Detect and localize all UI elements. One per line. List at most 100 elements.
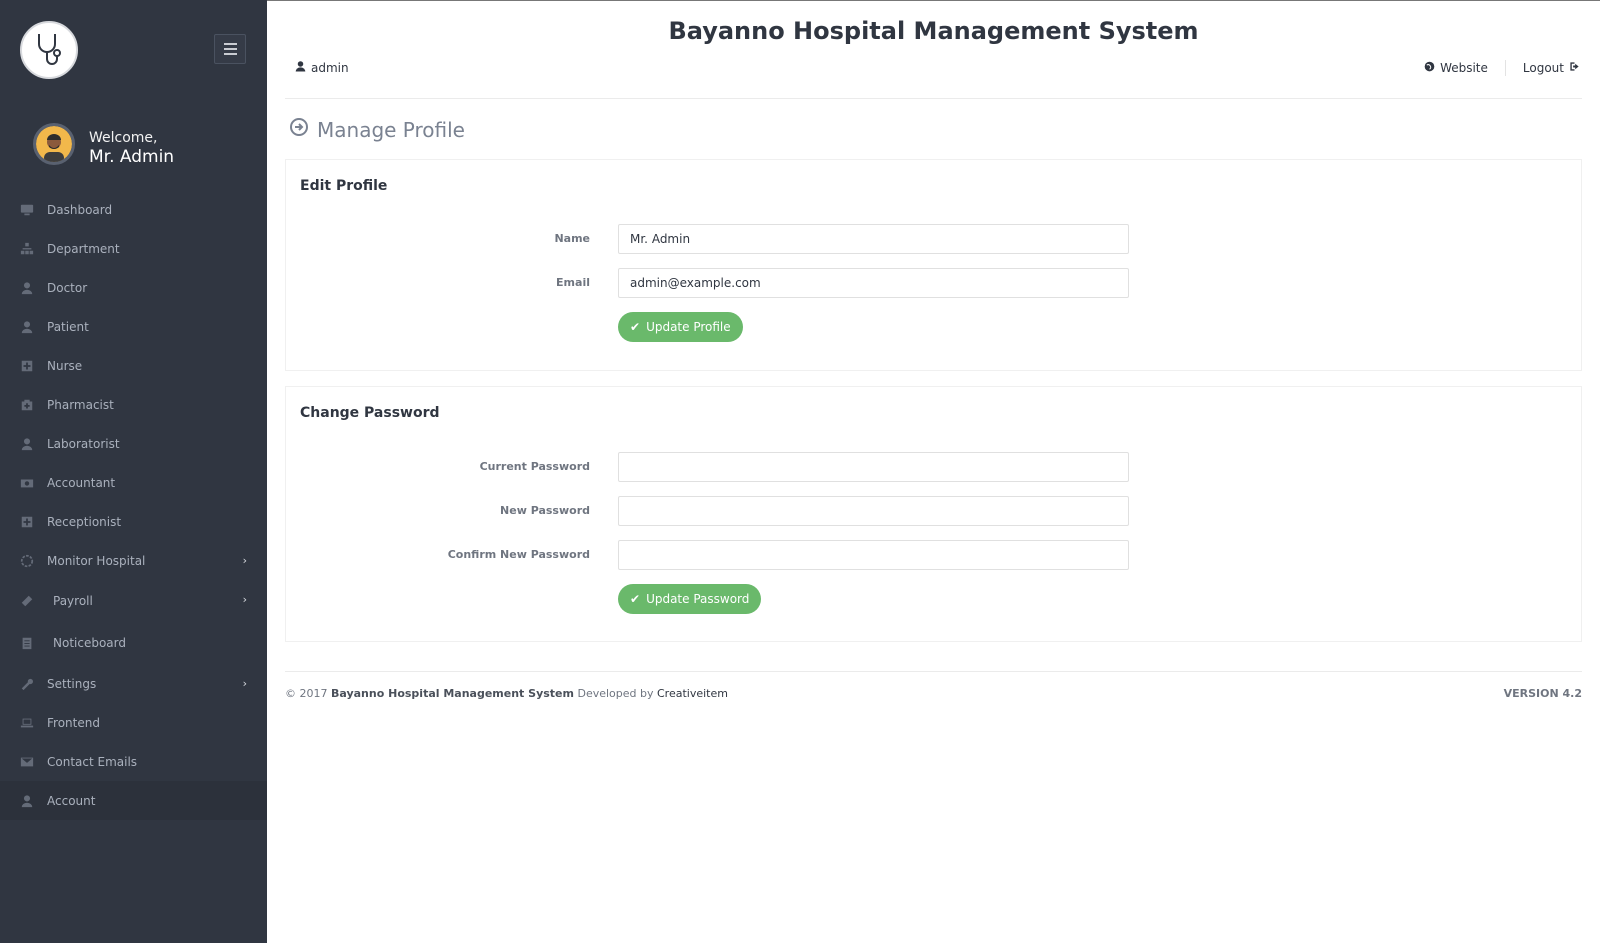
current-user-link[interactable]: admin [295,60,349,75]
menu-toggle-button[interactable] [214,34,246,64]
change-password-panel: Change Password Current Password New Pas… [285,386,1582,642]
sidebar-item-settings[interactable]: Settings › [0,664,267,703]
welcome-user-name: Mr. Admin [89,147,175,167]
sidebar-item-label: Contact Emails [47,754,138,769]
sidebar-item-label: Pharmacist [47,397,114,412]
user-md-icon [19,280,35,296]
update-password-label: Update Password [646,592,750,606]
welcome-block: Welcome, Mr. Admin [0,100,267,190]
chevron-right-icon: › [242,593,247,606]
footer-system-name: Bayanno Hospital Management System [331,687,574,700]
update-profile-label: Update Profile [646,320,731,334]
sidebar-item-label: Doctor [47,280,88,295]
edit-profile-panel: Edit Profile Name Email ✔ Update Profile [285,159,1582,371]
confirm-password-row: Confirm New Password [286,540,1581,570]
name-label: Name [554,232,590,245]
sidebar-item-label: Noticeboard [53,636,126,650]
sidebar-item-noticeboard[interactable]: Noticeboard [0,622,267,664]
sidebar-item-pharmacist[interactable]: Pharmacist [0,385,267,424]
sidebar-item-department[interactable]: Department [0,229,267,268]
current-password-label: Current Password [479,460,590,473]
email-label: Email [556,276,590,289]
sign-out-icon [1569,61,1580,75]
wallet-icon [19,593,35,609]
user-icon [19,436,35,452]
sidebar-item-frontend[interactable]: Frontend [0,703,267,742]
avatar [33,123,75,165]
wrench-icon [19,676,35,692]
footer: © 2017 Bayanno Hospital Management Syste… [285,687,1582,700]
email-input[interactable] [618,268,1129,298]
name-row: Name [286,224,1581,254]
sidebar-item-label: Patient [47,319,89,334]
clipboard-icon [19,635,35,651]
gear-icon [19,553,35,569]
sidebar-item-label: Dashboard [47,202,113,217]
plus-square-icon [19,514,35,530]
user-icon [19,793,35,809]
website-label: Website [1440,61,1488,75]
user-icon [295,60,306,75]
sidebar-item-contact-emails[interactable]: Contact Emails [0,742,267,781]
laptop-icon [19,715,35,731]
check-icon: ✔ [630,592,641,606]
monitor-icon [19,202,35,218]
sidebar-item-account[interactable]: Account [0,781,267,820]
welcome-text: Welcome, Mr. Admin [89,130,174,167]
sidebar-item-label: Settings [47,676,97,691]
money-icon [19,475,35,491]
current-password-input[interactable] [618,452,1129,482]
stethoscope-logo-icon[interactable] [20,21,78,79]
name-input[interactable] [618,224,1129,254]
footer-developed-by: Developed by [577,687,654,700]
medkit-icon [19,397,35,413]
sidebar-item-accountant[interactable]: Accountant [0,463,267,502]
user-icon [19,319,35,335]
new-password-row: New Password [286,496,1581,526]
page-title-text: Manage Profile [317,117,465,142]
sidebar-item-dashboard[interactable]: Dashboard [0,190,267,229]
confirm-password-label: Confirm New Password [447,548,590,561]
sidebar-nav: Dashboard Department Doctor Patient Nurs… [0,190,267,820]
sidebar-item-doctor[interactable]: Doctor [0,268,267,307]
sidebar-header [0,0,267,100]
sidebar-item-receptionist[interactable]: Receptionist [0,502,267,541]
sidebar-item-monitor-hospital[interactable]: Monitor Hospital › [0,541,267,580]
header-divider [285,98,1582,99]
sidebar: Welcome, Mr. Admin Dashboard Department … [0,0,267,943]
sidebar-item-label: Monitor Hospital [47,553,146,568]
plus-square-icon [19,358,35,374]
check-icon: ✔ [630,320,641,334]
update-profile-button[interactable]: ✔ Update Profile [618,312,743,342]
website-link[interactable]: Website [1424,61,1488,75]
confirm-password-input[interactable] [618,540,1129,570]
sidebar-item-label: Laboratorist [47,436,120,451]
edit-profile-heading: Edit Profile [300,178,388,194]
welcome-label: Welcome, [89,130,158,146]
sidebar-item-label: Payroll [53,594,93,608]
update-password-button[interactable]: ✔ Update Password [618,584,762,614]
sidebar-item-patient[interactable]: Patient [0,307,267,346]
sitemap-icon [19,241,35,257]
current-user-label: admin [311,60,349,75]
footer-divider [285,671,1582,672]
sidebar-item-laboratorist[interactable]: Laboratorist [0,424,267,463]
logout-label: Logout [1522,61,1564,75]
footer-copyright: © 2017 [285,687,328,700]
sidebar-item-payroll[interactable]: Payroll › [0,580,267,622]
main-content: Bayanno Hospital Management System admin… [267,0,1600,943]
sidebar-item-nurse[interactable]: Nurse [0,346,267,385]
new-password-input[interactable] [618,496,1129,526]
sidebar-item-label: Accountant [47,475,116,490]
footer-developer-link[interactable]: Creativeitem [657,687,728,700]
arrow-circle-right-icon [289,117,309,142]
new-password-label: New Password [500,504,590,517]
current-password-row: Current Password [286,452,1581,482]
logout-link[interactable]: Logout [1523,61,1580,75]
page-title: Manage Profile [289,117,465,142]
hamburger-icon [223,43,237,45]
app-title: Bayanno Hospital Management System [668,17,1199,45]
sidebar-item-label: Receptionist [47,514,122,529]
sidebar-item-label: Nurse [47,358,83,373]
footer-version: VERSION 4.2 [1503,687,1582,700]
